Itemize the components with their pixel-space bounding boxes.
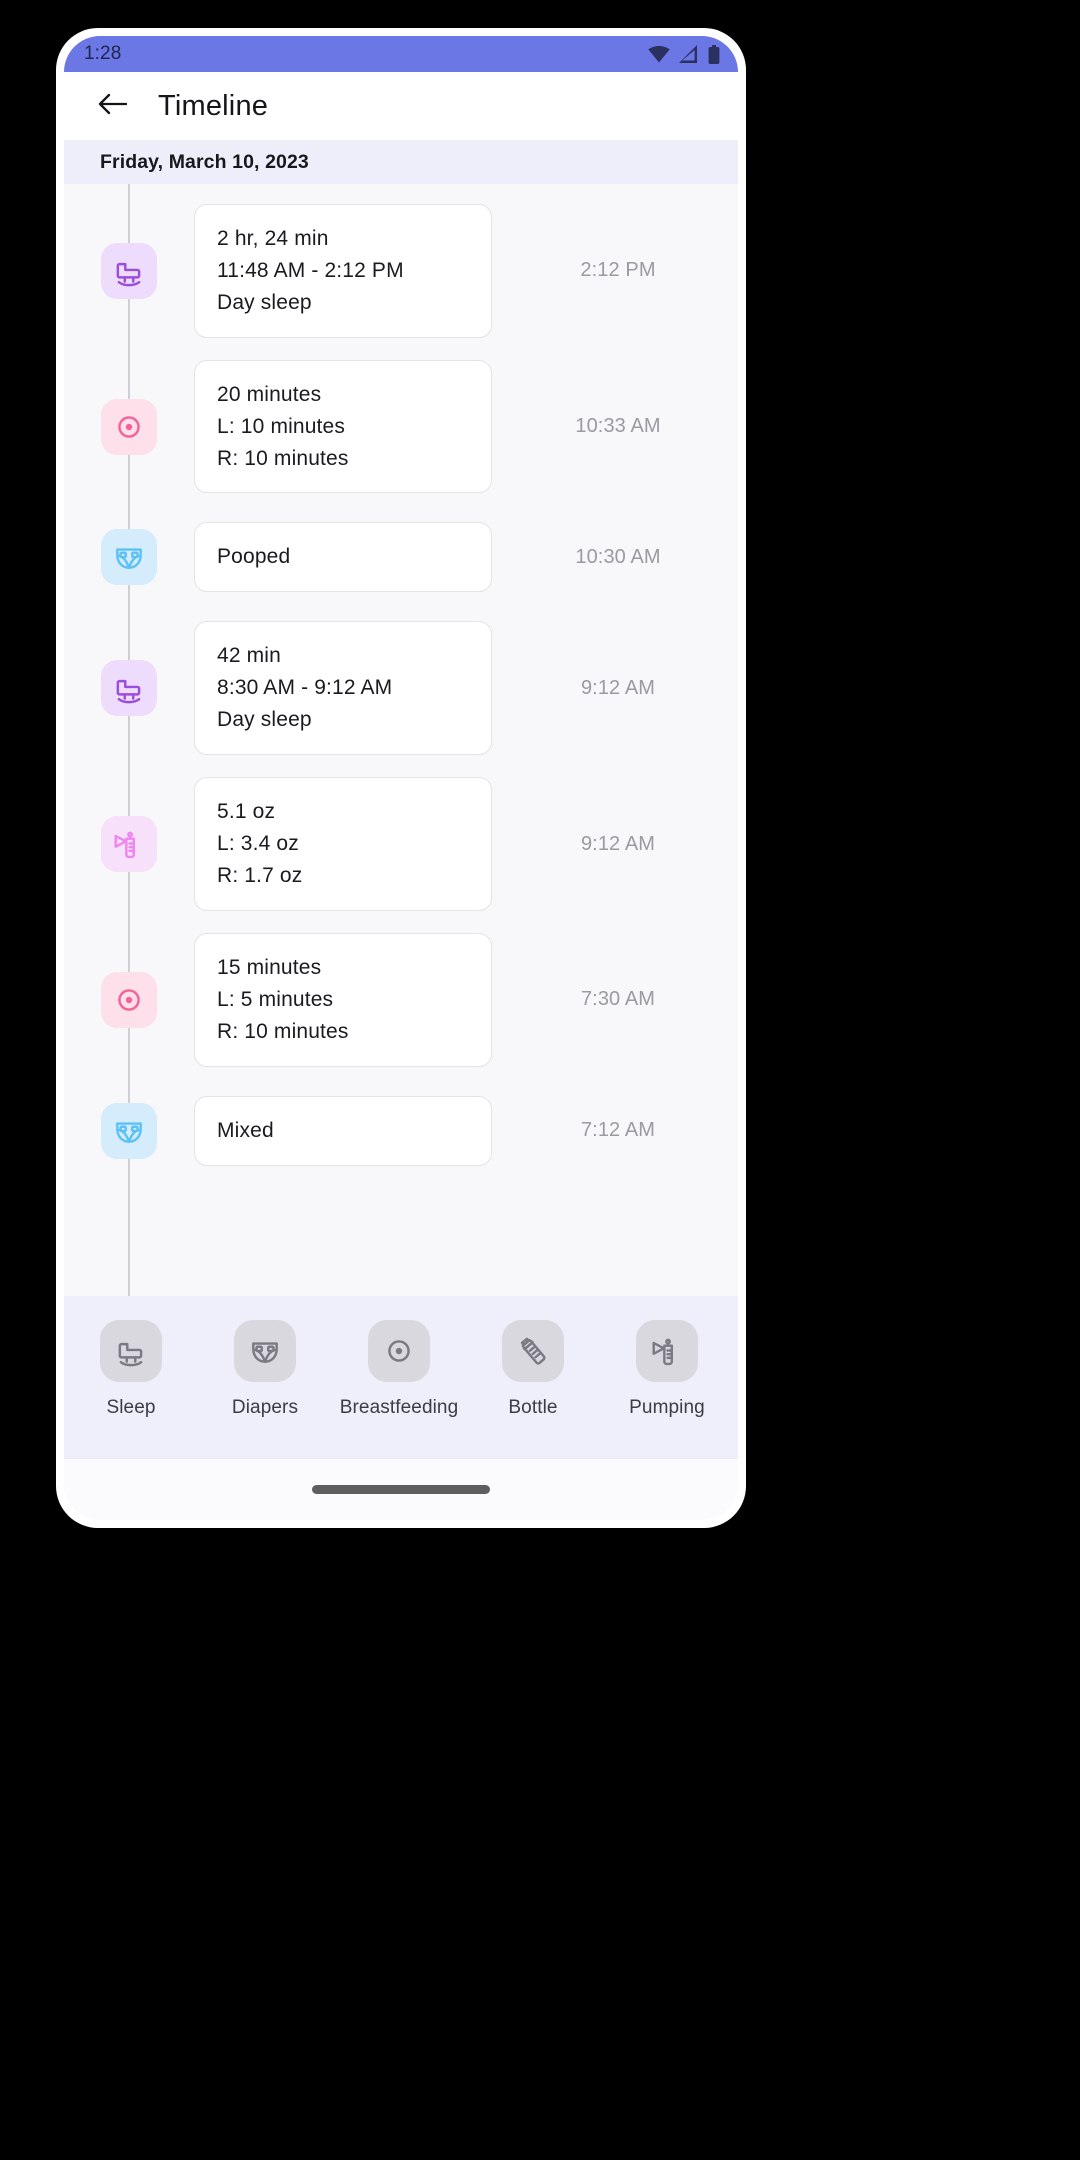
timeline-entry-time: 7:12 AM bbox=[580, 1119, 656, 1142]
timeline-entry-line: Day sleep bbox=[217, 708, 312, 732]
timeline-entry-line: Day sleep bbox=[217, 290, 312, 314]
diaper-icon bbox=[101, 529, 157, 586]
status-bar-clock: 1:28 bbox=[84, 43, 122, 64]
timeline-list: 2 hr, 24 min 11:48 AM - 2:12 PM Day sleep 2… bbox=[64, 184, 738, 1173]
timeline-entry-time: 10:33 AM bbox=[575, 415, 661, 438]
diaper-icon bbox=[234, 1320, 296, 1382]
timeline-entry-icon-column bbox=[64, 971, 194, 1028]
timeline-entry-line: L: 10 minutes bbox=[217, 414, 346, 438]
timeline-entry-time: 2:12 PM bbox=[580, 259, 656, 282]
status-bar-icons bbox=[648, 44, 720, 64]
phone-screen: 1:28 Timeline Friday, March 10, 2023 2 h… bbox=[64, 36, 738, 1520]
arrow-left-icon bbox=[98, 92, 127, 121]
timeline-entry[interactable]: 20 minutes L: 10 minutes R: 10 minutes 10:3… bbox=[64, 359, 738, 494]
timeline-entry-time: 9:12 AM bbox=[580, 832, 656, 855]
status-bar: 1:28 bbox=[64, 36, 738, 72]
timeline-entry-card[interactable]: 20 minutes L: 10 minutes R: 10 minutes bbox=[194, 359, 492, 494]
timeline-entry-icon-column bbox=[64, 660, 194, 717]
timeline-entry-card[interactable]: Pooped bbox=[194, 522, 492, 593]
timeline-entry[interactable]: 5.1 oz L: 3.4 oz R: 1.7 oz 9:12 AM bbox=[64, 777, 738, 911]
timeline-entry-time: 9:12 AM bbox=[580, 676, 656, 699]
home-indicator-area bbox=[64, 1458, 738, 1520]
timeline-entry-icon-column bbox=[64, 398, 194, 455]
timeline-entry-line: R: 10 minutes bbox=[217, 1019, 349, 1043]
diaper-icon bbox=[101, 1102, 157, 1159]
timeline-entry-icon-column bbox=[64, 529, 194, 586]
timeline-entry-icon-column bbox=[64, 1102, 194, 1159]
timeline-entry-line: 15 minutes bbox=[217, 955, 322, 979]
nav-item-label: Diapers bbox=[231, 1397, 299, 1418]
timeline-entry-line: 5.1 oz bbox=[217, 800, 276, 824]
timeline-entry-line: Pooped bbox=[217, 545, 291, 569]
sleep-crib-icon bbox=[100, 1320, 162, 1382]
nav-item-label: Pumping bbox=[629, 1397, 705, 1418]
timeline-entry-line: Mixed bbox=[217, 1118, 274, 1142]
timeline-entry-card[interactable]: Mixed bbox=[194, 1095, 492, 1166]
timeline-entry-line: L: 5 minutes bbox=[217, 987, 334, 1011]
home-indicator[interactable] bbox=[312, 1485, 490, 1494]
nav-item-breastfeeding[interactable]: Breastfeeding bbox=[332, 1320, 466, 1419]
sleep-crib-icon bbox=[101, 242, 157, 299]
wifi-icon bbox=[648, 45, 670, 63]
breastfeeding-icon bbox=[101, 398, 157, 455]
battery-icon bbox=[708, 44, 720, 64]
back-button[interactable] bbox=[90, 84, 134, 128]
sleep-crib-icon bbox=[101, 660, 157, 717]
timeline-entry-card[interactable]: 5.1 oz L: 3.4 oz R: 1.7 oz bbox=[194, 777, 492, 911]
breastfeeding-icon bbox=[368, 1320, 430, 1382]
timeline-scroll-area[interactable]: 2 hr, 24 min 11:48 AM - 2:12 PM Day sleep 2… bbox=[64, 184, 738, 1458]
timeline-entry[interactable]: Pooped 10:30 AM bbox=[64, 515, 738, 599]
cell-signal-icon bbox=[679, 45, 699, 63]
timeline-entry[interactable]: 2 hr, 24 min 11:48 AM - 2:12 PM Day sleep 2… bbox=[64, 204, 738, 338]
nav-item-sleep[interactable]: Sleep bbox=[64, 1320, 198, 1419]
timeline-entry-line: 20 minutes bbox=[217, 382, 322, 406]
date-header: Friday, March 10, 2023 bbox=[64, 140, 738, 184]
nav-item-pumping[interactable]: Pumping bbox=[600, 1320, 734, 1419]
pumping-icon bbox=[636, 1320, 698, 1382]
timeline-entry-line: R: 10 minutes bbox=[217, 446, 349, 470]
bottle-icon bbox=[502, 1320, 564, 1382]
timeline-entry[interactable]: 15 minutes L: 5 minutes R: 10 minutes 7:30 … bbox=[64, 932, 738, 1067]
bottom-navigation: Sleep Diapers Breastfeeding Bottle Pumping bbox=[64, 1296, 738, 1458]
phone-frame: 1:28 Timeline Friday, March 10, 2023 2 h… bbox=[56, 28, 746, 1528]
app-bar: Timeline bbox=[64, 72, 738, 140]
timeline-entry[interactable]: 42 min 8:30 AM - 9:12 AM Day sleep 9:12 AM bbox=[64, 621, 738, 756]
nav-item-label: Breastfeeding bbox=[339, 1397, 459, 1418]
timeline-entry-line: 11:48 AM - 2:12 PM bbox=[217, 258, 404, 282]
date-header-label: Friday, March 10, 2023 bbox=[100, 150, 309, 173]
pumping-icon bbox=[101, 816, 157, 873]
nav-item-label: Bottle bbox=[508, 1397, 558, 1418]
timeline-entry-line: R: 1.7 oz bbox=[217, 863, 303, 887]
timeline-entry-card[interactable]: 2 hr, 24 min 11:48 AM - 2:12 PM Day sleep bbox=[194, 204, 492, 338]
nav-item-label: Sleep bbox=[106, 1397, 156, 1418]
nav-item-bottle[interactable]: Bottle bbox=[466, 1320, 600, 1419]
timeline-entry-time: 7:30 AM bbox=[580, 988, 656, 1011]
timeline-entry-icon-column bbox=[64, 242, 194, 299]
page-title: Timeline bbox=[158, 89, 269, 122]
timeline-entry-line: L: 3.4 oz bbox=[217, 832, 299, 856]
timeline-entry-icon-column bbox=[64, 816, 194, 873]
nav-item-diapers[interactable]: Diapers bbox=[198, 1320, 332, 1419]
timeline-entry-time: 10:30 AM bbox=[575, 545, 661, 568]
timeline-entry-card[interactable]: 15 minutes L: 5 minutes R: 10 minutes bbox=[194, 932, 492, 1067]
timeline-entry-card[interactable]: 42 min 8:30 AM - 9:12 AM Day sleep bbox=[194, 621, 492, 756]
timeline-entry-line: 42 min bbox=[217, 644, 281, 668]
breastfeeding-icon bbox=[101, 971, 157, 1028]
timeline-entry[interactable]: Mixed 7:12 AM bbox=[64, 1089, 738, 1173]
timeline-entry-line: 2 hr, 24 min bbox=[217, 227, 329, 250]
timeline-entry-line: 8:30 AM - 9:12 AM bbox=[217, 676, 393, 700]
